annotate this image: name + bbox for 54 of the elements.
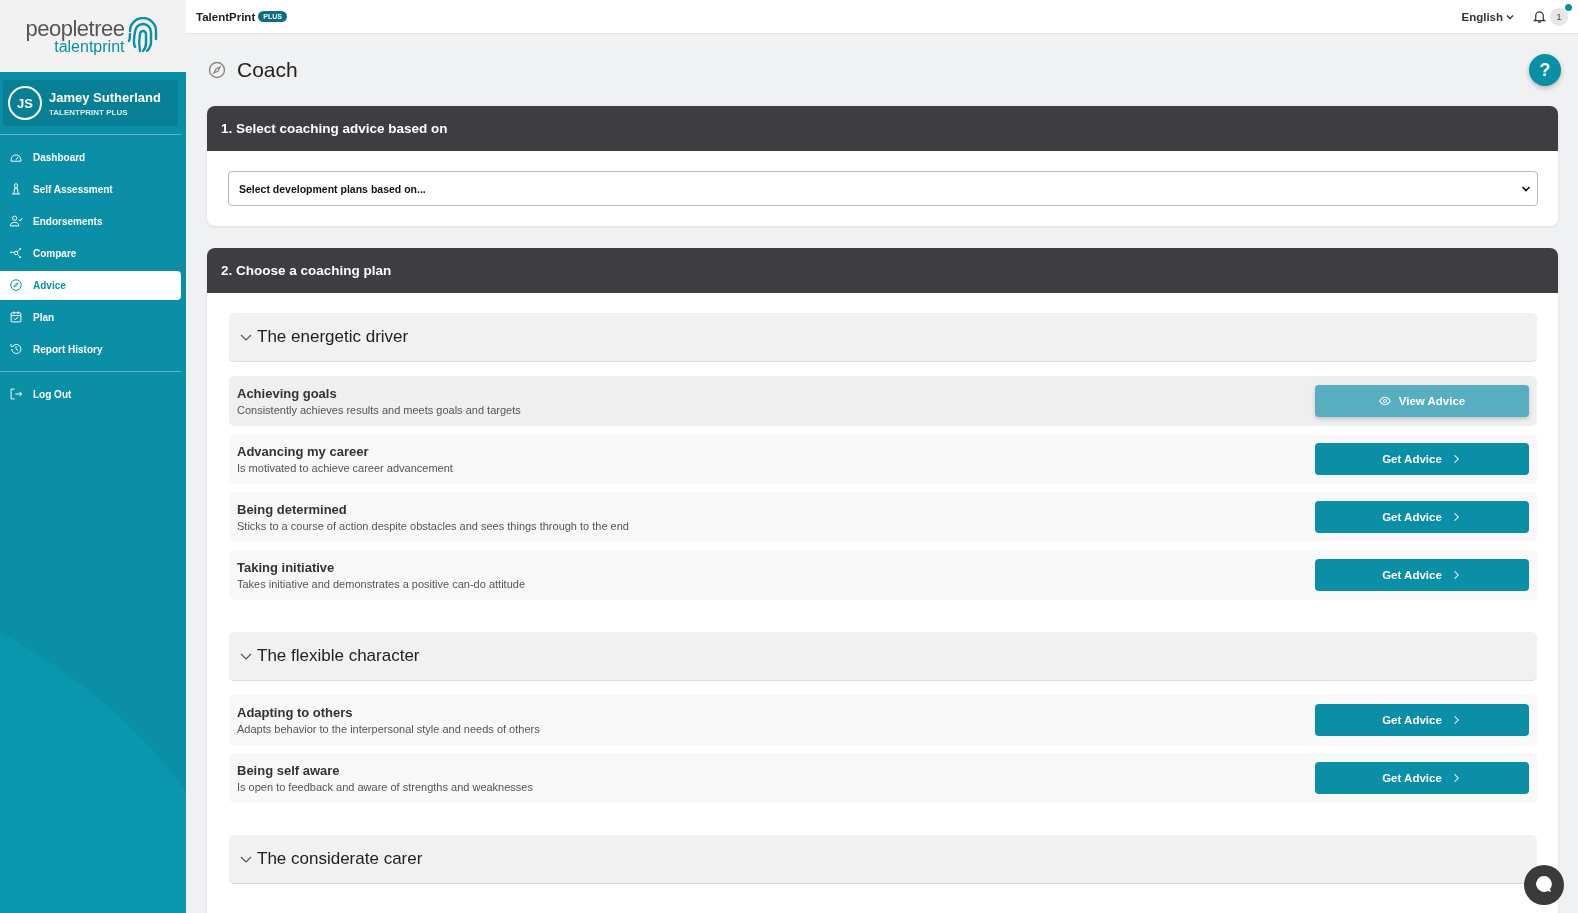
user-plan: TALENTPRINT PLUS — [49, 107, 129, 117]
get-advice-button[interactable]: Get Advice — [1315, 762, 1529, 794]
nav-item[interactable]: Plan — [0, 302, 181, 332]
plan-description: Sticks to a course of action despite obstacles and sees things through to the end — [237, 520, 629, 532]
plan-description: Is motivated to achieve career advancement — [237, 462, 453, 474]
person-icon — [9, 182, 23, 196]
network-icon — [9, 246, 23, 260]
logout-icon — [9, 387, 23, 401]
plan-description: Consistently achieves results and meets goals and targets — [237, 404, 521, 416]
plan-title: Achieving goals — [237, 386, 338, 401]
product-name: TalentPrint — [196, 10, 256, 23]
user-name: Jamey Sutherland — [49, 89, 161, 105]
eye-icon — [1378, 395, 1391, 407]
plan-title: Adapting to others — [237, 705, 354, 720]
group-header[interactable]: The energetic driver — [229, 313, 1537, 362]
calendar-check-icon — [9, 310, 23, 324]
plan-title: Advancing my career — [237, 444, 370, 459]
plan-basis-select[interactable]: Select development plans based on... — [228, 171, 1538, 206]
plan-description: Is open to feedback and aware of strengths and weaknesses — [237, 781, 533, 793]
nav-item[interactable]: Report History — [0, 334, 181, 364]
avatar-initials: JS — [8, 86, 42, 120]
get-advice-button[interactable]: Get Advice — [1315, 559, 1529, 591]
help-button[interactable]: ? — [1529, 54, 1561, 86]
plan-description: Adapts behavior to the interpersonal style and needs of others — [237, 723, 540, 735]
get-advice-button[interactable]: Get Advice — [1315, 443, 1529, 475]
page-title: Coach — [237, 58, 299, 82]
card-header: 1. Select coaching advice based on — [207, 106, 1558, 151]
nav-item[interactable]: Log Out — [0, 379, 181, 409]
compass-icon — [9, 278, 23, 292]
group-header[interactable]: The considerate carer — [229, 835, 1537, 884]
nav-item[interactable]: Self Assessment — [0, 174, 181, 204]
plan-title: Being self aware — [237, 763, 341, 778]
language-selector[interactable]: English — [1461, 10, 1514, 23]
nav-item[interactable]: Endorsements — [0, 206, 181, 236]
get-advice-button[interactable]: Get Advice — [1315, 704, 1529, 736]
group-header[interactable]: The flexible character — [229, 632, 1537, 681]
nav-item[interactable]: Compare — [0, 238, 181, 268]
user-card[interactable]: JS Jamey Sutherland TALENTPRINT PLUS — [3, 80, 178, 126]
caret-icon — [1506, 12, 1514, 21]
person-check-icon — [9, 214, 23, 228]
plan-title: Being determined — [237, 502, 348, 517]
plan-description: Takes initiative and demonstrates a positive can-do attitude — [237, 578, 525, 590]
plan-title: Taking initiative — [237, 560, 336, 575]
history-icon — [9, 342, 23, 356]
get-advice-button[interactable]: Get Advice — [1315, 501, 1529, 533]
chat-icon[interactable] — [1524, 865, 1564, 905]
logo-wordmark: peopletree — [25, 17, 125, 40]
view-advice-button[interactable]: View Advice — [1315, 385, 1529, 417]
bell-icon[interactable] — [1532, 9, 1547, 24]
status-dot — [1565, 3, 1572, 11]
compass-icon — [207, 60, 227, 80]
card-header: 2. Choose a coaching plan — [207, 248, 1558, 293]
nav-item[interactable]: Dashboard — [0, 142, 181, 172]
nav-item[interactable]: Advice — [0, 270, 181, 300]
